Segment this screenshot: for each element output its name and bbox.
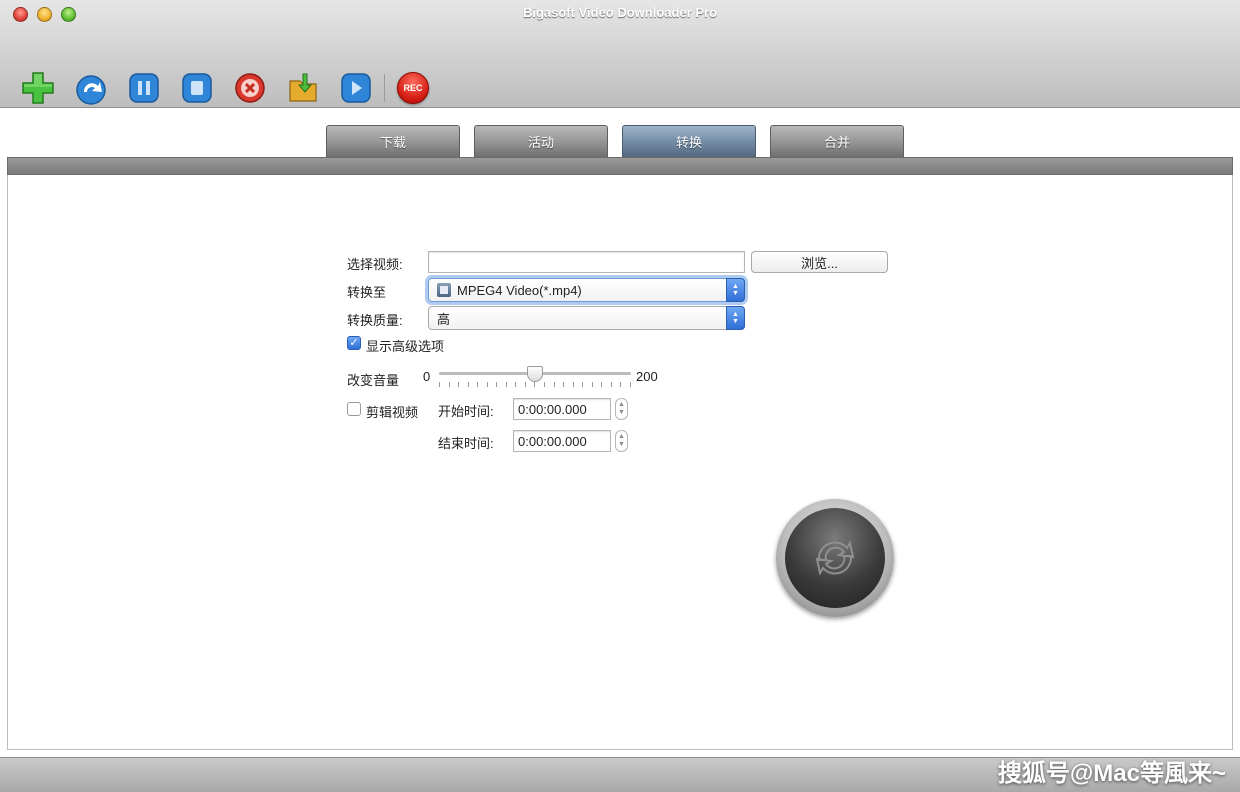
select-video-label: 选择视频: bbox=[347, 257, 403, 272]
start-time-input[interactable]: 0:00:00.000 bbox=[513, 398, 611, 420]
folder-icon bbox=[289, 73, 317, 102]
add-button[interactable] bbox=[16, 68, 60, 108]
select-arrows-icon: ▲ ▼ bbox=[726, 306, 745, 330]
tab-download[interactable]: 下载 bbox=[326, 125, 460, 157]
trim-video-label: 剪辑视频 bbox=[366, 405, 419, 420]
delete-button[interactable] bbox=[228, 68, 272, 108]
show-advanced-label: 显示高级选项 bbox=[366, 339, 445, 354]
record-icon: REC bbox=[397, 72, 429, 104]
tab-strip bbox=[7, 157, 1233, 175]
tab-activity[interactable]: 活动 bbox=[474, 125, 608, 157]
volume-min-label: 0 bbox=[423, 369, 431, 384]
watermark: 搜狐号@Mac等風来~ bbox=[997, 760, 1226, 787]
start-time-stepper[interactable]: ▲ ▼ bbox=[615, 398, 628, 420]
end-time-input[interactable]: 0:00:00.000 bbox=[513, 430, 611, 452]
toolbar: REC bbox=[16, 66, 444, 110]
tab-merge[interactable]: 合并 bbox=[770, 125, 904, 157]
start-time-label: 开始时间: bbox=[438, 404, 494, 419]
video-format-icon bbox=[437, 283, 451, 297]
window-title: Bigasoft Video Downloader Pro bbox=[522, 5, 718, 20]
end-time-label: 结束时间: bbox=[438, 436, 494, 451]
tab-convert[interactable]: 转换 bbox=[622, 125, 756, 157]
select-video-input[interactable] bbox=[428, 251, 745, 273]
refresh-icon bbox=[76, 75, 106, 105]
convert-button-face bbox=[785, 508, 885, 608]
pause-button[interactable] bbox=[122, 68, 166, 108]
volume-slider-ticks bbox=[439, 382, 631, 388]
add-icon bbox=[22, 72, 54, 104]
browse-button[interactable]: 浏览... bbox=[751, 251, 888, 273]
convert-arrows-icon bbox=[815, 540, 855, 576]
quality-select[interactable]: 高 ▲ ▼ bbox=[428, 306, 745, 330]
open-folder-button[interactable] bbox=[281, 68, 325, 108]
convert-button[interactable] bbox=[776, 499, 894, 617]
pause-icon bbox=[129, 73, 159, 103]
volume-max-label: 200 bbox=[636, 369, 658, 384]
convert-to-value: MPEG4 Video(*.mp4) bbox=[457, 282, 582, 298]
play-button[interactable] bbox=[334, 68, 378, 108]
volume-slider-knob[interactable] bbox=[527, 366, 543, 382]
refresh-button[interactable] bbox=[69, 68, 113, 108]
quality-value: 高 bbox=[437, 311, 451, 327]
quality-label: 转换质量: bbox=[347, 313, 403, 328]
convert-to-select[interactable]: MPEG4 Video(*.mp4) ▲ ▼ bbox=[428, 278, 745, 302]
title-bar: Bigasoft Video Downloader Pro REC bbox=[0, 0, 1240, 108]
tab-bar: 下载 活动 转换 合并 bbox=[326, 125, 918, 157]
delete-icon bbox=[235, 73, 265, 103]
stop-icon bbox=[182, 73, 212, 103]
end-time-stepper[interactable]: ▲ ▼ bbox=[615, 430, 628, 452]
toolbar-separator bbox=[384, 74, 385, 102]
show-advanced-checkbox[interactable]: ✓ bbox=[347, 336, 361, 350]
play-icon bbox=[341, 73, 371, 103]
convert-to-label: 转换至 bbox=[347, 285, 387, 300]
select-arrows-icon: ▲ ▼ bbox=[726, 278, 745, 302]
stop-button[interactable] bbox=[175, 68, 219, 108]
record-button[interactable]: REC bbox=[391, 68, 435, 108]
trim-video-checkbox[interactable] bbox=[347, 402, 361, 416]
volume-label: 改变音量 bbox=[347, 373, 400, 388]
